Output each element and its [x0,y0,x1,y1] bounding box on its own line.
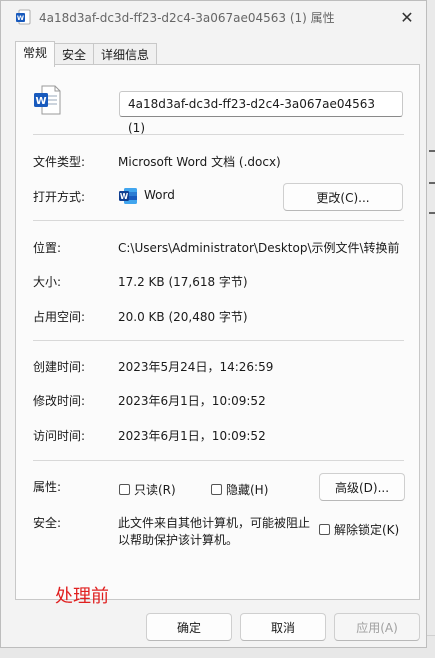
modified-value: 2023年6月1日，10:09:52 [118,394,266,408]
change-button[interactable]: 更改(C)... [283,183,403,211]
separator [33,340,404,341]
location-value: C:\Users\Administrator\Desktop\示例文件\转换前 [118,241,400,255]
close-icon: ✕ [400,7,414,27]
security-label: 安全: [33,516,62,530]
open-with-value: Word [144,188,175,202]
accessed-label: 访问时间: [33,429,86,443]
word-document-icon: W [34,85,61,115]
checkbox-box[interactable] [211,484,222,495]
readonly-checkbox[interactable]: 只读(R) [119,481,176,498]
background-window-edge [427,0,435,658]
hidden-checkbox[interactable]: 隐藏(H) [211,481,268,498]
window-title: 4a18d3af-dc3d-ff23-d2c4-3a067ae04563 (1)… [39,11,335,25]
apply-button[interactable]: 应用(A) [334,613,420,641]
security-warning-line-2: 以帮助保护该计算机。 [118,533,239,547]
properties-dialog: W 4a18d3af-dc3d-ff23-d2c4-3a067ae04563 (… [0,0,427,648]
tab-security[interactable]: 安全 [54,43,95,66]
security-warning-line-1: 此文件来自其他计算机，可能被阻止 [118,516,311,530]
background-tick [429,182,435,184]
size-value: 17.2 KB (17,618 字节) [118,275,248,289]
checkbox-box[interactable] [319,524,330,535]
background-tick [429,150,435,152]
accessed-value: 2023年6月1日，10:09:52 [118,429,266,443]
open-with-label: 打开方式: [33,190,86,204]
tab-details[interactable]: 详细信息 [93,43,158,66]
readonly-checkbox-label: 只读(R) [134,483,176,497]
attributes-label: 属性: [33,480,62,494]
file-name-input[interactable]: 4a18d3af-dc3d-ff23-d2c4-3a067ae04563 (1) [119,91,403,135]
separator [33,220,404,221]
size-label: 大小: [33,275,62,289]
general-panel: W 4a18d3af-dc3d-ff23-d2c4-3a067ae04563 (… [15,64,420,600]
separator [33,134,404,135]
word-app-icon: W [119,188,137,204]
annotation-label: 处理前 [55,586,109,607]
tab-strip: 常规 安全 详细信息 [15,41,158,67]
modified-label: 修改时间: [33,394,86,408]
file-type-value: Microsoft Word 文档 (.docx) [118,155,281,169]
file-type-label: 文件类型: [33,155,86,169]
ok-button[interactable]: 确定 [146,613,232,641]
close-button[interactable]: ✕ [392,3,422,31]
hidden-checkbox-label: 隐藏(H) [226,483,269,497]
word-document-icon: W [16,9,31,25]
separator [33,460,404,461]
disk-size-value: 20.0 KB (20,480 字节) [118,310,248,324]
disk-size-label: 占用空间: [33,310,86,324]
created-label: 创建时间: [33,360,86,374]
checkbox-box[interactable] [119,484,130,495]
tab-general[interactable]: 常规 [15,41,56,67]
svg-text:W: W [17,14,24,22]
created-value: 2023年5月24日，14:26:59 [118,360,274,374]
location-label: 位置: [33,241,62,255]
background-tick [429,212,435,214]
advanced-button[interactable]: 高级(D)... [319,473,405,501]
unblock-checkbox[interactable]: 解除锁定(K) [319,521,399,538]
cancel-button[interactable]: 取消 [240,613,326,641]
svg-text:W: W [120,192,129,201]
svg-text:W: W [35,96,46,107]
title-bar[interactable]: W 4a18d3af-dc3d-ff23-d2c4-3a067ae04563 (… [1,1,426,33]
unblock-checkbox-label: 解除锁定(K) [334,523,400,537]
